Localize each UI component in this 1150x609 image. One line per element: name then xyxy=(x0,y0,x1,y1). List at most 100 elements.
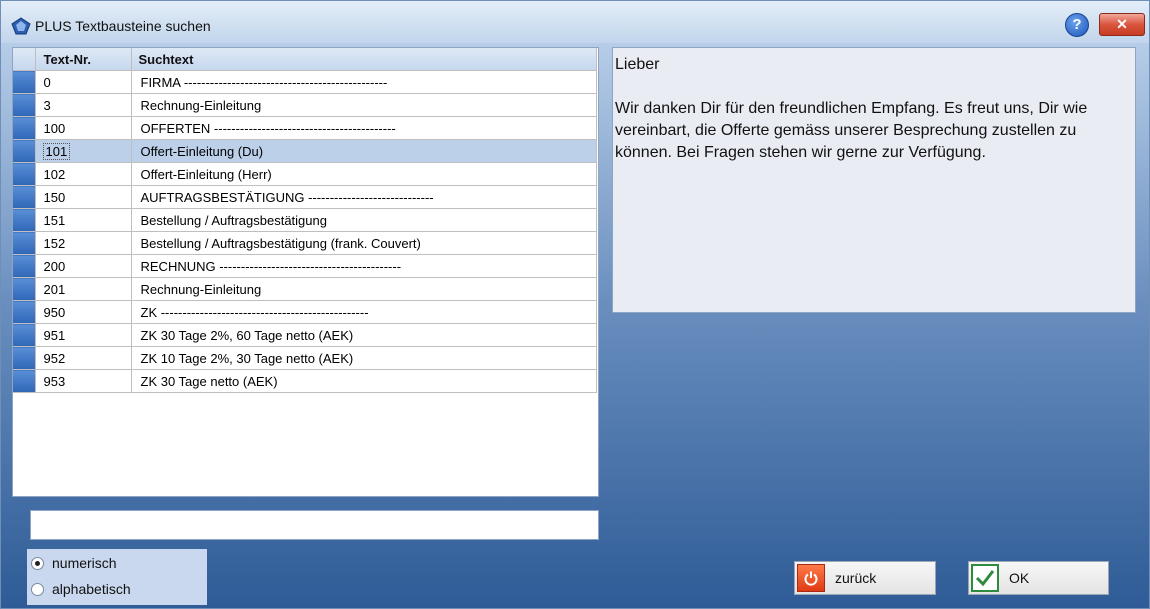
row-selector[interactable] xyxy=(13,369,36,393)
window-title: PLUS Textbausteine suchen xyxy=(35,18,211,34)
cell-text-nr[interactable]: 152 xyxy=(35,231,132,255)
power-icon xyxy=(797,564,825,592)
table-row[interactable]: 952 ZK 10 Tage 2%, 30 Tage netto (AEK) xyxy=(13,346,597,370)
cell-text-nr[interactable]: 150 xyxy=(35,185,132,209)
cell-text-nr[interactable]: 101 xyxy=(35,139,132,163)
table-row[interactable]: 953 ZK 30 Tage netto (AEK) xyxy=(13,369,597,393)
table-row[interactable]: 200 RECHNUNG ----------------------------… xyxy=(13,254,597,278)
checkmark-icon xyxy=(971,564,999,592)
row-selector[interactable] xyxy=(13,116,36,140)
table-row[interactable]: 152 Bestellung / Auftragsbestätigung (fra… xyxy=(13,231,597,255)
sort-mode-group: numerisch alphabetisch xyxy=(27,549,207,605)
row-selector[interactable] xyxy=(13,185,36,209)
cell-suchtext[interactable]: FIRMA ----------------------------------… xyxy=(131,70,597,94)
table-row[interactable]: 950 ZK ----------------------------------… xyxy=(13,300,597,324)
cell-text-nr-value: 950 xyxy=(43,304,66,320)
cell-text-nr-value: 0 xyxy=(43,74,51,90)
table-row[interactable]: 150 AUFTRAGSBESTÄTIGUNG -----------------… xyxy=(13,185,597,209)
dialog-window: PLUS Textbausteine suchen ? ✕ Text-Nr. S… xyxy=(0,0,1150,609)
table-row[interactable]: 0 FIRMA ---------------------------------… xyxy=(13,70,597,94)
row-selector[interactable] xyxy=(13,70,36,94)
textbaustein-list[interactable]: Text-Nr. Suchtext 0 FIRMA ---------------… xyxy=(12,47,599,497)
ok-button-label: OK xyxy=(1009,570,1030,586)
table-row[interactable]: 100 OFFERTEN ----------------------------… xyxy=(13,116,597,140)
cell-suchtext[interactable]: ZK 30 Tage netto (AEK) xyxy=(131,369,597,393)
cell-text-nr[interactable]: 151 xyxy=(35,208,132,232)
cell-suchtext[interactable]: ZK -------------------------------------… xyxy=(131,300,597,324)
cell-text-nr[interactable]: 951 xyxy=(35,323,132,347)
cell-suchtext[interactable]: Bestellung / Auftragsbestätigung xyxy=(131,208,597,232)
close-icon: ✕ xyxy=(1116,16,1128,32)
cell-text-nr[interactable]: 100 xyxy=(35,116,132,140)
cell-text-nr-value: 201 xyxy=(43,281,66,297)
cell-text-nr-value: 150 xyxy=(43,189,66,205)
cell-text-nr-value: 101 xyxy=(42,142,71,160)
table-row[interactable]: 102 Offert-Einleitung (Herr) xyxy=(13,162,597,186)
column-header-suchtext[interactable]: Suchtext xyxy=(131,48,597,71)
cell-text-nr-value: 951 xyxy=(43,327,66,343)
sort-option-numerisch[interactable]: numerisch xyxy=(31,552,117,574)
cell-text-nr-value: 3 xyxy=(43,97,51,113)
cell-text-nr[interactable]: 953 xyxy=(35,369,132,393)
table-row[interactable]: 3 Rechnung-Einleitung xyxy=(13,93,597,117)
back-button[interactable]: zurück xyxy=(794,561,936,595)
cell-suchtext[interactable]: Offert-Einleitung (Du) xyxy=(131,139,597,163)
preview-body: Wir danken Dir für den freundlichen Empf… xyxy=(615,100,1088,161)
row-selector[interactable] xyxy=(13,208,36,232)
cell-text-nr[interactable]: 950 xyxy=(35,300,132,324)
cell-text-nr[interactable]: 0 xyxy=(35,70,132,94)
cell-text-nr-value: 151 xyxy=(43,212,66,228)
radio-alphabetisch[interactable] xyxy=(31,582,44,596)
cell-text-nr-value: 152 xyxy=(43,235,66,251)
row-selector[interactable] xyxy=(13,139,36,163)
text-preview: Lieber Wir danken Dir für den freundlich… xyxy=(612,47,1136,313)
cell-suchtext[interactable]: AUFTRAGSBESTÄTIGUNG --------------------… xyxy=(131,185,597,209)
cell-text-nr-value: 953 xyxy=(43,373,66,389)
radio-numerisch[interactable] xyxy=(31,556,44,570)
cell-text-nr[interactable]: 201 xyxy=(35,277,132,301)
cell-suchtext[interactable]: Rechnung-Einleitung xyxy=(131,277,597,301)
cell-suchtext[interactable]: RECHNUNG -------------------------------… xyxy=(131,254,597,278)
row-selector[interactable] xyxy=(13,162,36,186)
cell-text-nr-value: 102 xyxy=(43,166,66,182)
search-input[interactable] xyxy=(30,510,599,540)
ok-button[interactable]: OK xyxy=(968,561,1109,595)
sort-option-alphabetisch[interactable]: alphabetisch xyxy=(31,578,131,600)
radio-label: alphabetisch xyxy=(52,581,131,597)
column-header-text-nr[interactable]: Text-Nr. xyxy=(35,48,132,71)
cell-text-nr-value: 200 xyxy=(43,258,66,274)
table-row[interactable]: 951 ZK 30 Tage 2%, 60 Tage netto (AEK) xyxy=(13,323,597,347)
cell-suchtext[interactable]: Offert-Einleitung (Herr) xyxy=(131,162,597,186)
cell-suchtext[interactable]: OFFERTEN -------------------------------… xyxy=(131,116,597,140)
row-selector[interactable] xyxy=(13,93,36,117)
cell-suchtext[interactable]: Rechnung-Einleitung xyxy=(131,93,597,117)
title-bar[interactable]: PLUS Textbausteine suchen ? ✕ xyxy=(1,1,1149,43)
textbaustein-table: Text-Nr. Suchtext 0 FIRMA ---------------… xyxy=(13,48,597,393)
table-header-row: Text-Nr. Suchtext xyxy=(13,48,597,71)
preview-greeting: Lieber xyxy=(615,56,660,73)
cell-suchtext[interactable]: ZK 30 Tage 2%, 60 Tage netto (AEK) xyxy=(131,323,597,347)
plus-gem-icon xyxy=(11,17,31,35)
table-row[interactable]: 151 Bestellung / Auftragsbestätigung xyxy=(13,208,597,232)
cell-text-nr-value: 952 xyxy=(43,350,66,366)
help-button[interactable]: ? xyxy=(1065,13,1089,37)
cell-text-nr[interactable]: 200 xyxy=(35,254,132,278)
row-selector[interactable] xyxy=(13,277,36,301)
cell-text-nr[interactable]: 102 xyxy=(35,162,132,186)
table-row[interactable]: 101 Offert-Einleitung (Du) xyxy=(13,139,597,163)
cell-text-nr-value: 100 xyxy=(43,120,66,136)
table-row[interactable]: 201 Rechnung-Einleitung xyxy=(13,277,597,301)
row-selector[interactable] xyxy=(13,254,36,278)
cell-suchtext[interactable]: ZK 10 Tage 2%, 30 Tage netto (AEK) xyxy=(131,346,597,370)
row-selector[interactable] xyxy=(13,323,36,347)
row-selector-header[interactable] xyxy=(13,48,36,71)
cell-text-nr[interactable]: 952 xyxy=(35,346,132,370)
help-icon: ? xyxy=(1072,16,1082,33)
row-selector[interactable] xyxy=(13,346,36,370)
row-selector[interactable] xyxy=(13,300,36,324)
cell-suchtext[interactable]: Bestellung / Auftragsbestätigung (frank.… xyxy=(131,231,597,255)
row-selector[interactable] xyxy=(13,231,36,255)
close-button[interactable]: ✕ xyxy=(1099,13,1145,36)
cell-text-nr[interactable]: 3 xyxy=(35,93,132,117)
back-button-label: zurück xyxy=(835,570,877,586)
